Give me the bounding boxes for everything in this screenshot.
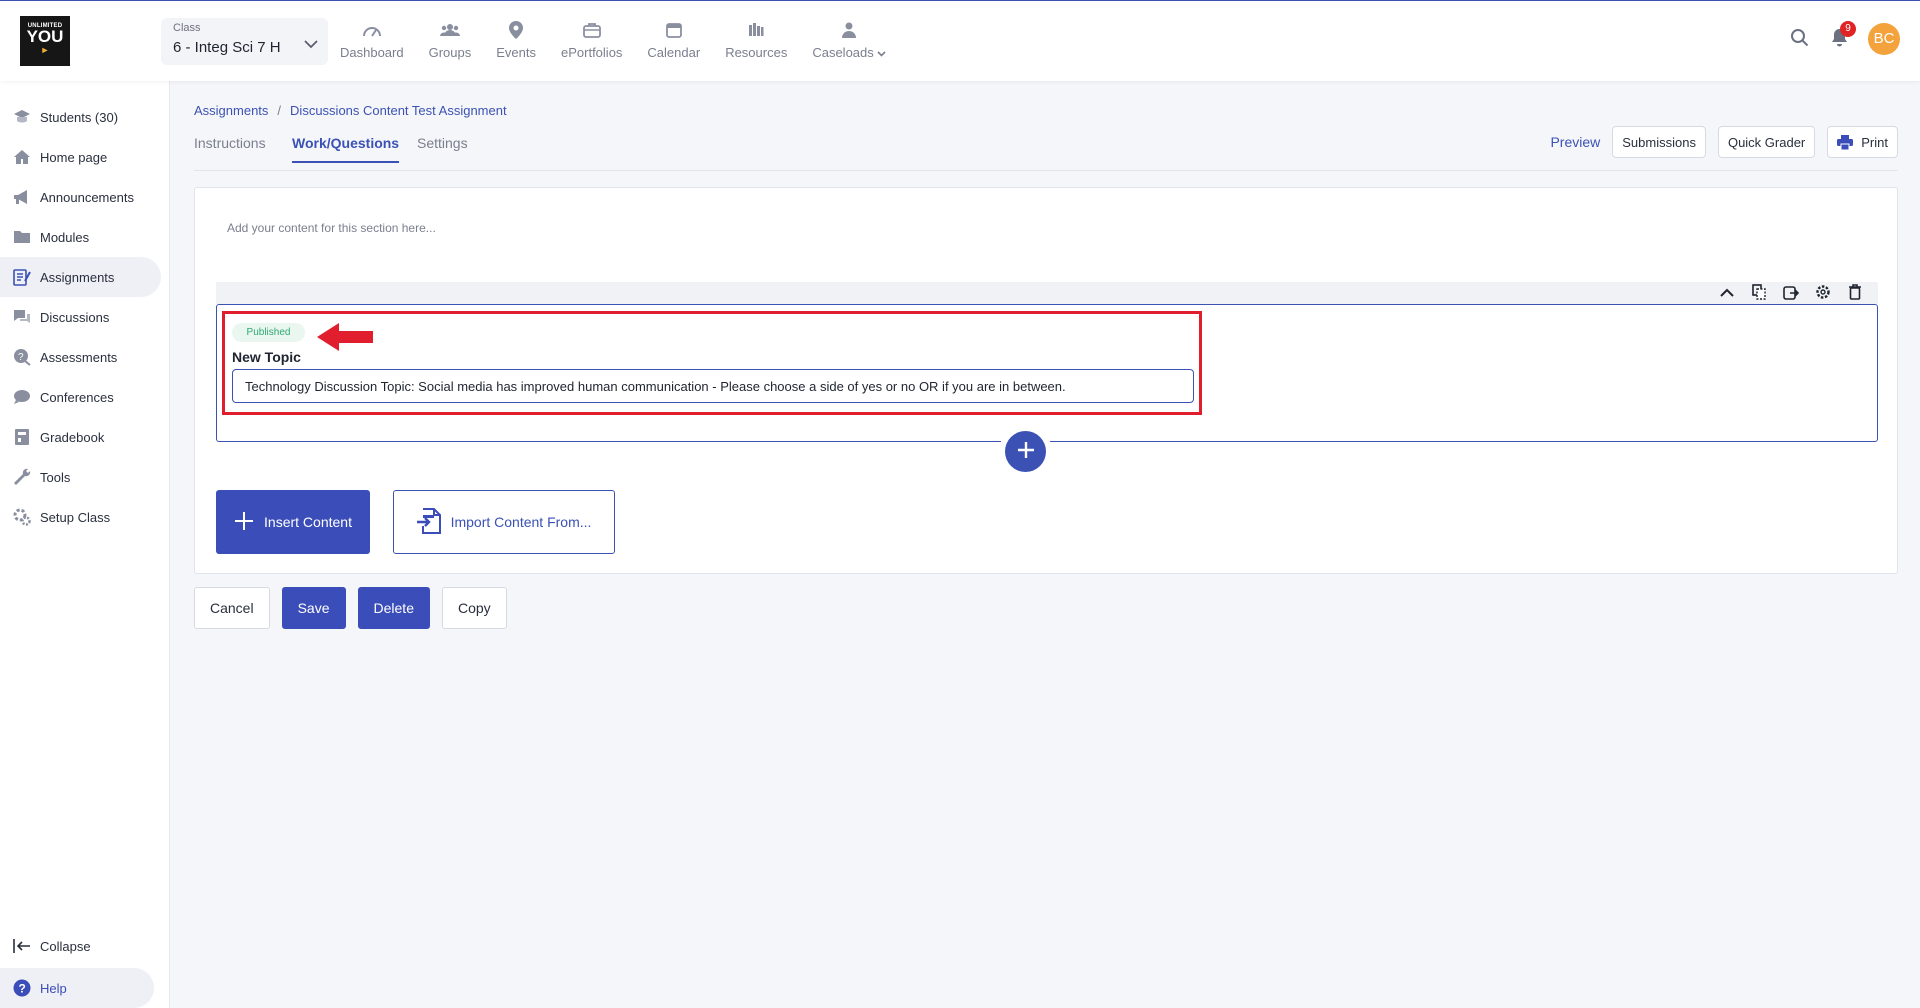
person-icon [838,19,860,41]
breadcrumb-separator: / [277,103,282,118]
sidebar-item-assessments[interactable]: ? Assessments [0,337,161,377]
dashboard-icon [361,19,383,41]
help-icon: ? [12,978,32,998]
class-select[interactable]: Class 6 - Integ Sci 7 H [161,18,328,65]
discussion-topic-block: Published New Topic [216,304,1878,442]
main-content: Assignments / Discussions Content Test A… [194,81,1898,629]
notifications-button[interactable]: 9 [1831,21,1856,50]
duplicate-icon[interactable] [1750,283,1768,301]
topic-text-input[interactable] [232,369,1194,403]
nav-resources[interactable]: Resources [725,19,787,69]
import-file-icon [416,507,441,537]
assignment-icon [12,267,32,287]
calendar-icon [663,19,685,41]
collapse-icon [12,936,32,956]
plus-icon [234,511,254,534]
location-pin-icon [505,19,527,41]
main-nav: Dashboard Groups Events ePortfolios Cale… [340,19,911,69]
home-icon [12,147,32,167]
printer-icon [1837,134,1854,150]
breadcrumb-current: Discussions Content Test Assignment [290,103,507,118]
form-footer: Cancel Save Delete Copy [194,587,1898,629]
nav-eportfolios[interactable]: ePortfolios [561,19,622,69]
search-icon[interactable] [1790,28,1809,50]
save-button[interactable]: Save [281,587,346,629]
trash-icon[interactable] [1846,283,1864,301]
cancel-button[interactable]: Cancel [194,587,270,629]
breadcrumb: Assignments / Discussions Content Test A… [194,103,1898,118]
chevron-up-icon[interactable] [1718,283,1736,301]
plus-icon [1016,440,1036,463]
move-block-icon[interactable] [1782,283,1800,301]
chat-icon [12,307,32,327]
status-badge: Published [232,323,305,342]
sidebar-item-modules[interactable]: Modules [0,217,161,257]
megaphone-icon [12,187,32,207]
nav-calendar[interactable]: Calendar [647,19,700,69]
svg-text:?: ? [18,352,24,363]
sidebar-item-conferences[interactable]: Conferences [0,377,161,417]
sidebar: Students (30) Home page Announcements Mo… [0,81,170,1008]
folder-icon [12,227,32,247]
sidebar-item-students[interactable]: Students (30) [0,97,161,137]
sidebar-item-announcements[interactable]: Announcements [0,177,161,217]
copy-button[interactable]: Copy [441,587,507,629]
annotation-arrow-icon [317,322,375,355]
conference-icon [12,387,32,407]
sidebar-item-assignments[interactable]: Assignments [0,257,161,297]
tab-settings[interactable]: Settings [417,135,468,161]
tab-work-questions[interactable]: Work/Questions [292,135,400,163]
submissions-button[interactable]: Submissions [1612,126,1706,158]
sidebar-item-home-page[interactable]: Home page [0,137,161,177]
breadcrumb-assignments-link[interactable]: Assignments [194,103,268,118]
top-right-controls: 9 BC [1790,21,1900,55]
chevron-down-icon [304,36,318,52]
add-block-button[interactable] [1005,431,1046,472]
portfolio-icon [581,19,603,41]
wrench-icon [12,467,32,487]
chevron-down-icon [877,45,886,60]
insert-content-button[interactable]: Insert Content [216,490,370,554]
content-editor-card: Add your content for this section here..… [194,187,1898,574]
sidebar-menu: Students (30) Home page Announcements Mo… [0,81,169,537]
nav-dashboard[interactable]: Dashboard [340,19,404,69]
settings-gear-icon[interactable] [1814,283,1832,301]
resources-icon [745,19,767,41]
sidebar-item-gradebook[interactable]: Gradebook [0,417,161,457]
section-content-placeholder[interactable]: Add your content for this section here..… [227,221,436,235]
print-button[interactable]: Print [1827,126,1898,158]
sidebar-item-discussions[interactable]: Discussions [0,297,161,337]
sidebar-bottom: Collapse ? Help [0,926,162,1008]
nav-groups[interactable]: Groups [429,19,471,69]
block-toolbar [216,282,1878,304]
highlight-box: Published New Topic [222,311,1202,415]
class-select-label: Class [173,22,201,34]
groups-icon [439,19,461,41]
avatar[interactable]: BC [1868,23,1900,55]
notification-count-badge: 9 [1840,21,1856,37]
quick-grader-button[interactable]: Quick Grader [1717,126,1816,158]
nav-caseloads[interactable]: Caseloads [812,19,886,69]
app-logo[interactable]: UNLIMITED YOU ► [20,16,70,66]
help-button[interactable]: ? Help [0,968,154,1008]
nav-events[interactable]: Events [496,19,536,69]
gradebook-icon [12,427,32,447]
svg-text:?: ? [19,982,26,996]
delete-button[interactable]: Delete [357,587,430,629]
top-bar: UNLIMITED YOU ► Class 6 - Integ Sci 7 H … [0,0,1920,81]
import-content-button[interactable]: Import Content From... [393,490,615,554]
sidebar-item-tools[interactable]: Tools [0,457,161,497]
tabs-row: Instructions Work/Questions Settings Pre… [194,126,1898,171]
preview-link[interactable]: Preview [1550,134,1600,150]
assignment-actions: Preview Submissions Quick Grader Print [1550,126,1898,158]
tab-instructions[interactable]: Instructions [194,135,266,161]
topic-title: New Topic [232,349,301,365]
assessment-icon: ? [12,347,32,367]
students-icon [12,107,32,127]
sidebar-item-setup-class[interactable]: Setup Class [0,497,161,537]
class-select-value: 6 - Integ Sci 7 H [173,39,281,56]
gear-icon [12,507,32,527]
collapse-button[interactable]: Collapse [0,926,154,966]
